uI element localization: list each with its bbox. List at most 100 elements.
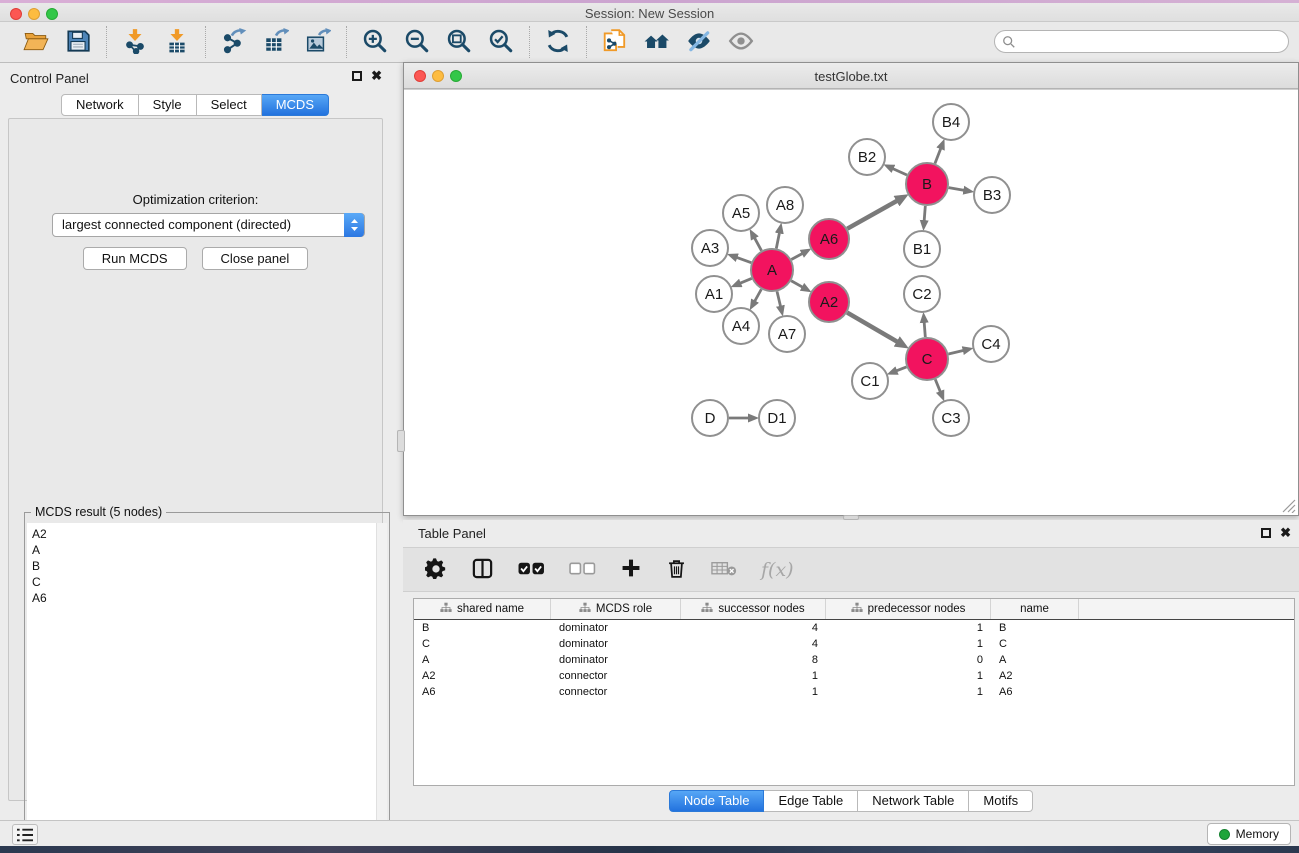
task-history-button[interactable]	[12, 824, 38, 845]
edge-A-A2[interactable]	[791, 281, 803, 288]
cell-shared-name[interactable]: A6	[414, 686, 551, 698]
edge-B-B3[interactable]	[949, 188, 965, 191]
node-B3[interactable]: B3	[974, 177, 1010, 213]
column-header-name[interactable]: name	[991, 599, 1079, 619]
column-split-button[interactable]	[471, 555, 494, 585]
edge-B-B4[interactable]	[935, 148, 941, 163]
import-network-button[interactable]	[119, 27, 151, 57]
tab-select[interactable]: Select	[197, 94, 262, 116]
mcds-result-item[interactable]: A6	[32, 590, 371, 606]
mcds-result-item[interactable]: A	[32, 542, 371, 558]
column-header-MCDS-role[interactable]: MCDS role	[551, 599, 681, 619]
show-eye-button[interactable]	[725, 27, 757, 57]
cell-predecessor-nodes[interactable]: 1	[826, 622, 991, 634]
edge-B-B2[interactable]	[893, 168, 907, 174]
cell-MCDS-role[interactable]: connector	[551, 686, 681, 698]
trash-button[interactable]	[666, 555, 687, 585]
close-table-panel-icon[interactable]: ✖	[1280, 528, 1291, 538]
node-A3[interactable]: A3	[692, 230, 728, 266]
cell-successor-nodes[interactable]: 1	[681, 686, 826, 698]
cell-shared-name[interactable]: B	[414, 622, 551, 634]
edge-A-A7[interactable]	[777, 291, 781, 306]
node-C4[interactable]: C4	[973, 326, 1009, 362]
cell-shared-name[interactable]: A	[414, 654, 551, 666]
zoom-fit-button[interactable]	[443, 27, 475, 57]
column-header-predecessor-nodes[interactable]: predecessor nodes	[826, 599, 991, 619]
node-C2[interactable]: C2	[904, 276, 940, 312]
vertical-splitter-handle[interactable]	[397, 430, 405, 452]
edge-A6-B[interactable]	[847, 201, 897, 229]
cell-successor-nodes[interactable]: 4	[681, 622, 826, 634]
node-A1[interactable]: A1	[696, 276, 732, 312]
node-A[interactable]: A	[751, 249, 793, 291]
cell-MCDS-role[interactable]: connector	[551, 670, 681, 682]
edge-A2-C[interactable]	[847, 313, 897, 342]
edge-A-A4[interactable]	[755, 289, 762, 301]
mcds-result-list[interactable]: A2ABCA6	[27, 523, 376, 846]
table-row[interactable]: Adominator80A	[414, 652, 1294, 668]
tab-motifs[interactable]: Motifs	[969, 790, 1033, 812]
save-session-button[interactable]	[62, 27, 94, 57]
cell-MCDS-role[interactable]: dominator	[551, 622, 681, 634]
node-C[interactable]: C	[906, 338, 948, 380]
mcds-result-item[interactable]: A2	[32, 526, 371, 542]
export-image-button[interactable]	[302, 27, 334, 57]
hide-eye-button[interactable]	[683, 27, 715, 57]
cell-shared-name[interactable]: A2	[414, 670, 551, 682]
node-B[interactable]: B	[906, 163, 948, 205]
cell-name[interactable]: B	[991, 622, 1079, 634]
node-A2[interactable]: A2	[809, 282, 849, 322]
plus-button[interactable]	[620, 555, 642, 585]
export-network-button[interactable]	[218, 27, 250, 57]
resize-grip-icon[interactable]	[1282, 499, 1296, 513]
mcds-result-item[interactable]: B	[32, 558, 371, 574]
node-A8[interactable]: A8	[767, 187, 803, 223]
node-C1[interactable]: C1	[852, 363, 888, 399]
tab-mcds[interactable]: MCDS	[262, 94, 329, 116]
search-box[interactable]	[994, 30, 1289, 53]
home-views-button[interactable]	[641, 27, 673, 57]
cell-name[interactable]: C	[991, 638, 1079, 650]
edge-C-C1[interactable]	[896, 367, 906, 371]
edge-A-A5[interactable]	[754, 238, 761, 251]
unchecked-pair-button[interactable]	[569, 555, 596, 585]
cell-predecessor-nodes[interactable]: 1	[826, 686, 991, 698]
import-table-button[interactable]	[161, 27, 193, 57]
column-header-shared-name[interactable]: shared name	[414, 599, 551, 619]
node-A5[interactable]: A5	[723, 195, 759, 231]
tab-edge-table[interactable]: Edge Table	[764, 790, 858, 812]
node-A7[interactable]: A7	[769, 316, 805, 352]
cell-name[interactable]: A2	[991, 670, 1079, 682]
refresh-button[interactable]	[542, 27, 574, 57]
tab-style[interactable]: Style	[139, 94, 197, 116]
table-row[interactable]: A2connector11A2	[414, 668, 1294, 684]
table-row[interactable]: Cdominator41C	[414, 636, 1294, 652]
edge-A-A3[interactable]	[736, 257, 751, 262]
cell-predecessor-nodes[interactable]: 0	[826, 654, 991, 666]
mcds-result-item[interactable]: C	[32, 574, 371, 590]
search-input[interactable]	[1020, 35, 1270, 49]
export-table-button[interactable]	[260, 27, 292, 57]
network-canvas[interactable]: AA1A3A4A5A7A8A6A2BB1B2B3B4CC1C2C3C4DD1	[404, 89, 1298, 515]
column-header-successor-nodes[interactable]: successor nodes	[681, 599, 826, 619]
close-panel-button[interactable]: Close panel	[202, 247, 309, 270]
node-B2[interactable]: B2	[849, 139, 885, 175]
edge-A-A1[interactable]	[740, 278, 752, 283]
edge-B-B1[interactable]	[924, 206, 925, 221]
cell-shared-name[interactable]: C	[414, 638, 551, 650]
edge-C-C3[interactable]	[935, 379, 940, 392]
run-mcds-button[interactable]: Run MCDS	[83, 247, 187, 270]
node-B4[interactable]: B4	[933, 104, 969, 140]
edge-A-A6[interactable]	[791, 253, 802, 259]
cell-successor-nodes[interactable]: 1	[681, 670, 826, 682]
checked-pair-button[interactable]	[518, 555, 545, 585]
tab-network-table[interactable]: Network Table	[858, 790, 969, 812]
node-D1[interactable]: D1	[759, 400, 795, 436]
cell-successor-nodes[interactable]: 4	[681, 638, 826, 650]
cell-name[interactable]: A6	[991, 686, 1079, 698]
table-row[interactable]: A6connector11A6	[414, 684, 1294, 700]
zoom-in-button[interactable]	[359, 27, 391, 57]
cell-predecessor-nodes[interactable]: 1	[826, 638, 991, 650]
tab-node-table[interactable]: Node Table	[669, 790, 765, 812]
edge-C-C4[interactable]	[948, 350, 963, 354]
